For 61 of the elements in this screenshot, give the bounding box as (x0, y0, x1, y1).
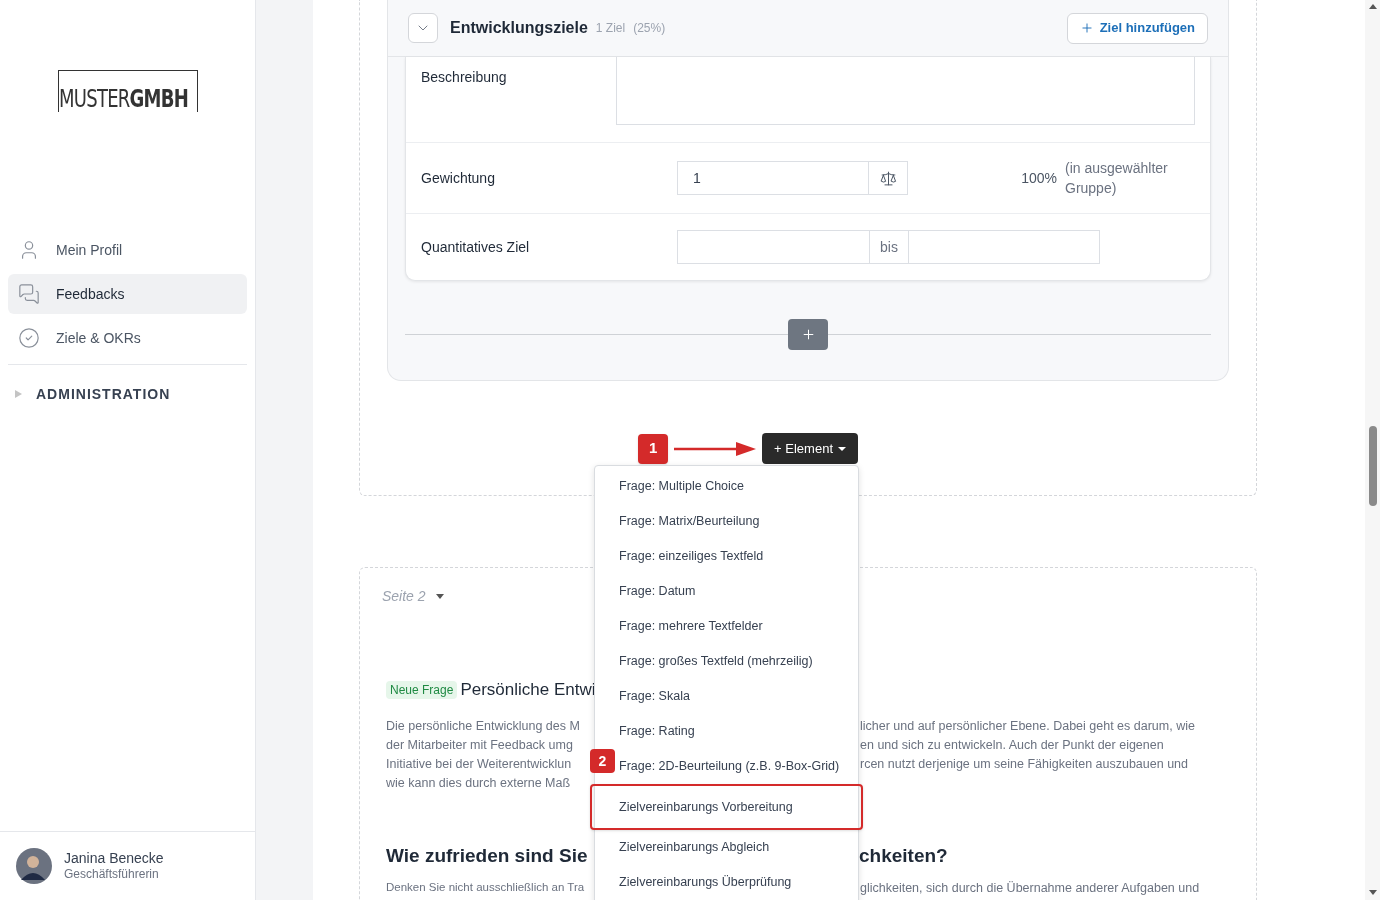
question-text: Denken Sie nicht ausschließlich an Tra (386, 880, 586, 896)
menu-item[interactable]: Zielvereinbarungs Vorbereitung (590, 784, 863, 830)
scroll-up-icon[interactable] (1368, 4, 1377, 9)
question-title: Persönliche Entwi (460, 679, 596, 701)
add-row-button[interactable] (788, 319, 828, 350)
description-text: Die persönliche Entwicklung des M (386, 717, 580, 735)
avatar (16, 848, 52, 884)
weight-percent: 100% (1021, 168, 1057, 188)
caret-icon (14, 390, 22, 398)
group-title: Entwicklungsziele (450, 18, 588, 38)
field-label: Gewichtung (421, 170, 495, 186)
goal-count: 1 Ziel (595, 20, 626, 37)
menu-item[interactable]: Frage: 2D-Beurteilung (z.B. 9-Box-Grid) (616, 749, 858, 784)
scroll-down-icon[interactable] (1368, 890, 1377, 895)
scrollbar-thumb[interactable] (1368, 426, 1377, 506)
menu-item[interactable]: Zielvereinbarungs Abgleich (616, 830, 858, 865)
step-badge: 1 (638, 433, 669, 464)
user-role: Geschäftsführerin (64, 866, 160, 882)
menu-item[interactable]: Frage: einzeiliges Textfeld (616, 539, 858, 574)
menu-item[interactable]: Frage: mehrere Textfelder (616, 609, 858, 644)
new-question-tag: Neue Frage (386, 680, 458, 699)
add-goal-button[interactable]: Ziel hinzufügen (1066, 12, 1208, 44)
weight-note: (in ausgewählter Gruppe) (1065, 159, 1169, 198)
administration-section[interactable]: ADMINISTRATION (0, 365, 255, 423)
menu-item[interactable]: Frage: Datum (616, 574, 858, 609)
question-text: glichkeiten, sich durch die Übernahme anderer Aufgaben und (860, 880, 1200, 898)
menu-item[interactable]: Frage: Matrix/Beurteilung (616, 504, 858, 539)
caret-down-icon (435, 594, 444, 599)
plus-icon (800, 327, 816, 342)
description-text: Initiative bei der Weiterentwicklun (386, 756, 572, 774)
description-text: der Mitarbeiter mit Feedback umg (386, 736, 573, 754)
question-heading: Wie zufrieden sind Sie (386, 843, 589, 868)
description-text: wie kann dies durch externe Maß (386, 775, 571, 793)
scrollbar[interactable] (1365, 0, 1380, 900)
field-label: Quantitatives Ziel (421, 239, 530, 255)
nav-item[interactable]: Feedbacks (8, 274, 247, 314)
nav-item[interactable]: Ziele & OKRs (8, 318, 247, 358)
company-logo: MUSTERGMBH (57, 70, 198, 112)
scale-icon (879, 169, 897, 187)
menu-item[interactable]: Zielvereinbarungs Überprüfung (616, 865, 858, 900)
chat-icon (18, 283, 40, 305)
description-field[interactable] (616, 57, 1195, 125)
description-text: rcen nutzt derjenige um seine Fähigkeiten auszubauen und (860, 756, 1188, 774)
step-badge: 2 (590, 749, 615, 773)
description-text: licher und auf persönlicher Ebene. Dabei geht es darum, wie (860, 717, 1195, 735)
user-name: Janina Benecke (64, 850, 164, 866)
goal-percent: (25%) (633, 20, 666, 37)
description-text: en und sich zu entwickeln. Auch der Punkt der eigenen (860, 736, 1164, 754)
caret-down-icon (838, 446, 846, 451)
question-heading: chkeiten? (859, 843, 948, 868)
field-label: Beschreibung (421, 69, 507, 85)
check-circle-icon (18, 327, 40, 349)
weight-field[interactable]: 1 (677, 161, 908, 195)
menu-item[interactable]: Frage: Multiple Choice (616, 469, 858, 504)
menu-item[interactable]: Frage: Rating (616, 714, 858, 749)
menu-item[interactable]: Frage: großes Textfeld (mehrzeilig) (616, 644, 858, 679)
add-element-button[interactable]: + Element (762, 433, 858, 464)
plus-icon (1079, 21, 1094, 35)
nav-item[interactable]: Mein Profil (8, 230, 247, 270)
weight-input[interactable]: 1 (678, 162, 868, 194)
menu-item[interactable]: Frage: Skala (616, 679, 858, 714)
